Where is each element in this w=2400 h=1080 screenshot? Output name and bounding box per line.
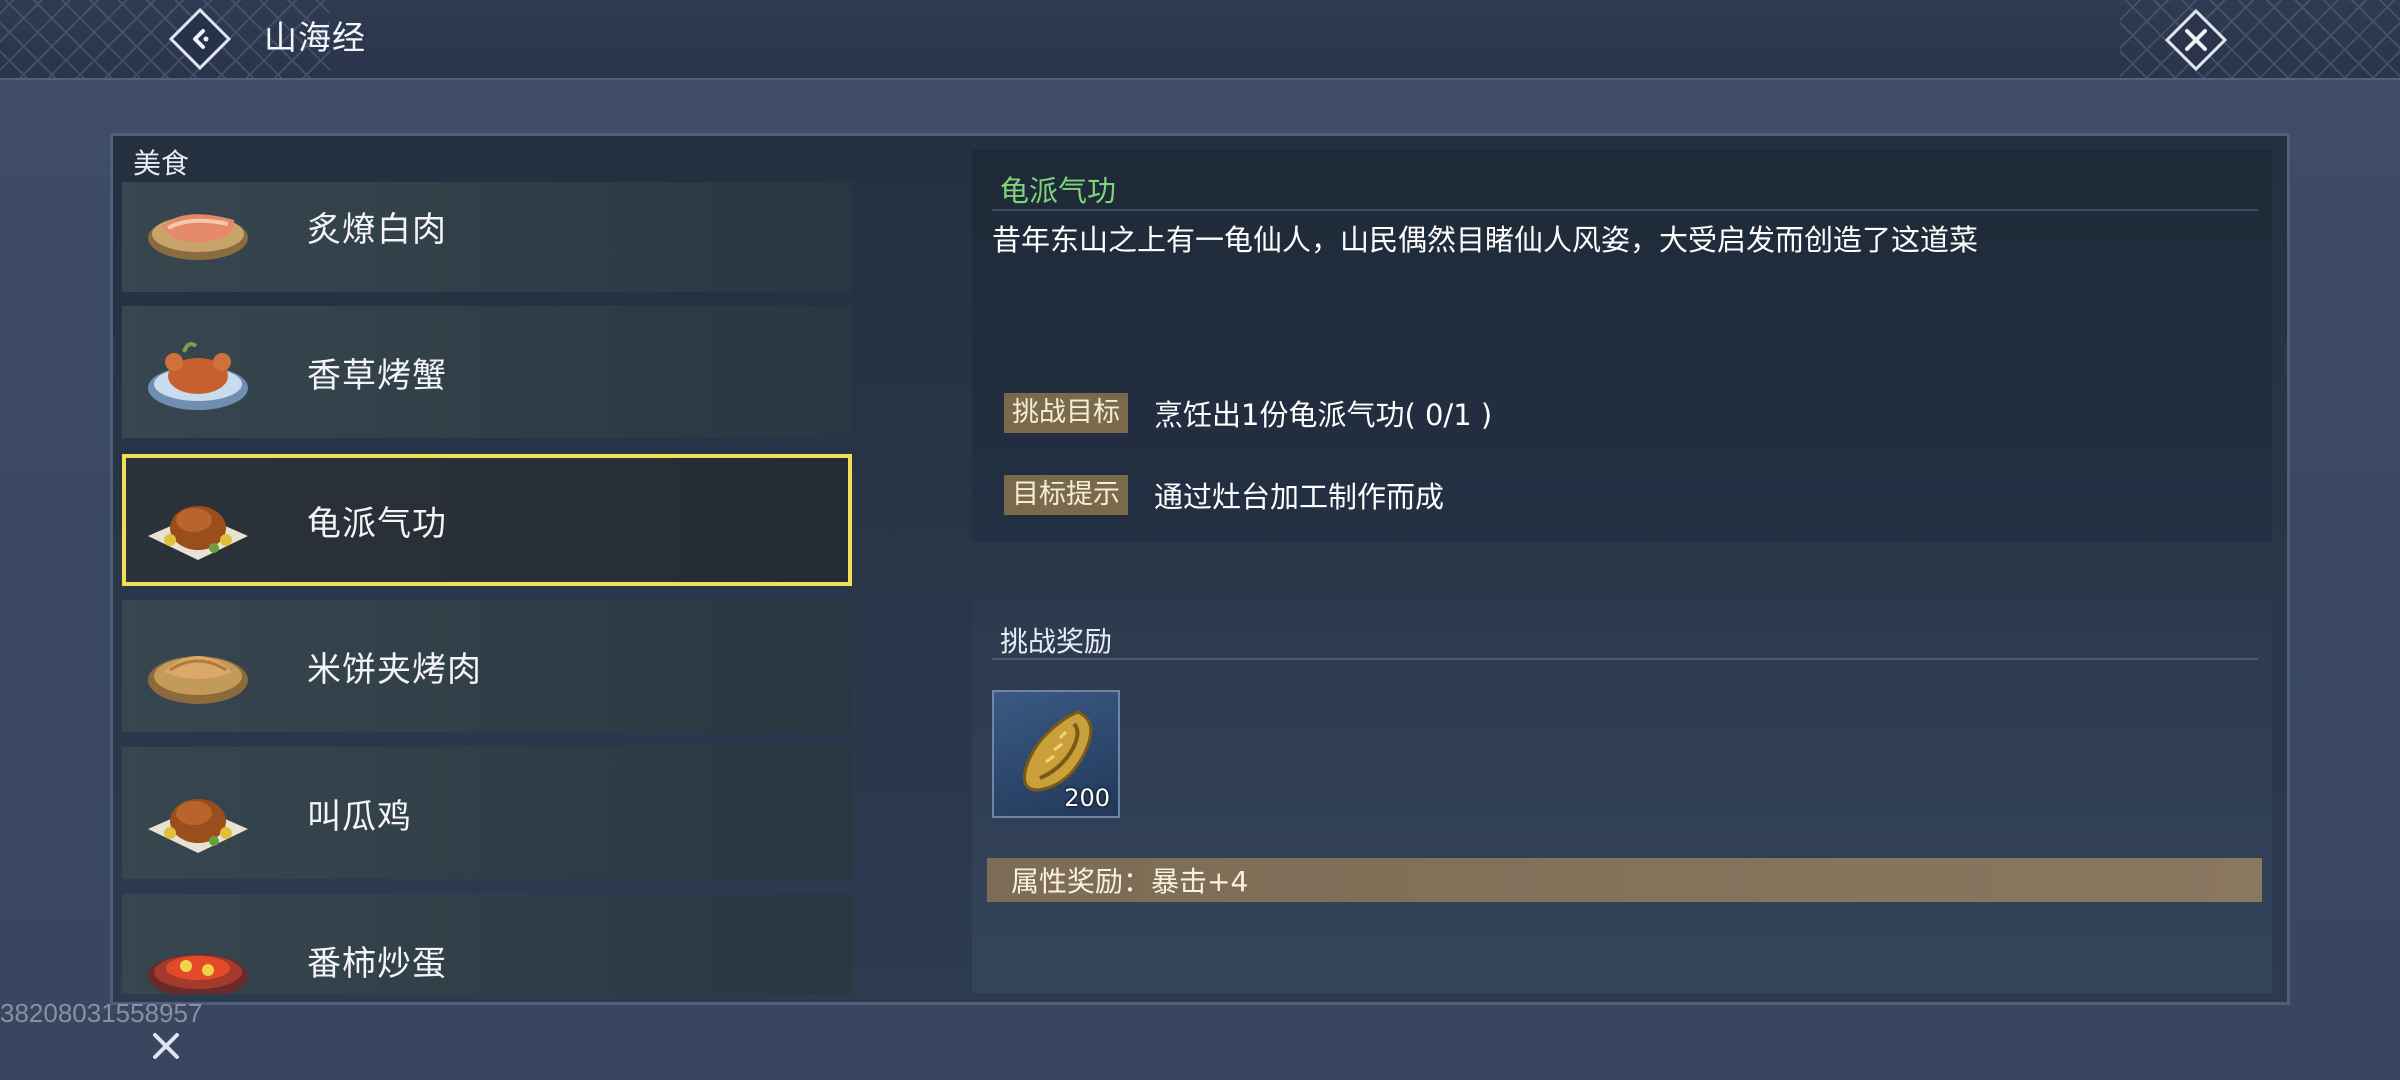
detail-divider — [992, 209, 2258, 211]
attribute-reward-text: 属性奖励：暴击+4 — [1011, 865, 1249, 898]
food-item-label: 叫瓜鸡 — [307, 796, 412, 837]
reward-title: 挑战奖励 — [1000, 625, 1113, 658]
list-header: 美食 — [133, 147, 190, 180]
food-item-selected[interactable]: 龟派气功 — [122, 454, 852, 586]
food-item[interactable]: 米饼夹烤肉 — [122, 600, 852, 732]
hint-row: 目标提示 通过灶台加工制作而成 — [1004, 474, 1444, 516]
food-item[interactable]: 炙燎白肉 — [122, 182, 852, 292]
goal-value: 烹饪出1份龟派气功( 0/1 ) — [1154, 398, 1493, 432]
food-item[interactable]: 香草烤蟹 — [122, 306, 852, 438]
top-bar: 山海经 — [0, 0, 2400, 80]
food-item-label: 番柿炒蛋 — [307, 943, 447, 984]
goal-tag: 挑战目标 — [1004, 393, 1128, 433]
reward-item-slot[interactable]: 200 — [992, 690, 1120, 818]
close-icon — [2185, 29, 2207, 51]
pancake-dish-icon — [148, 656, 248, 704]
screen: 山海经 美食 炙燎白肉 香草烤蟹 龟派气功 米饼夹烤肉 叫瓜鸡 番柿炒蛋 龟派气… — [0, 0, 2400, 1080]
meat-dish-icon — [148, 214, 248, 260]
reward-divider — [992, 658, 2258, 660]
goal-row: 挑战目标 烹饪出1份龟派气功( 0/1 ) — [1004, 392, 1492, 434]
top-bar-pattern-right — [2120, 0, 2400, 78]
hint-value: 通过灶台加工制作而成 — [1154, 480, 1445, 514]
food-item-label: 米饼夹烤肉 — [307, 649, 482, 690]
tomato-egg-dish-icon — [148, 954, 248, 994]
food-item[interactable]: 叫瓜鸡 — [122, 747, 852, 879]
roast-chicken-icon — [148, 799, 248, 853]
page-title: 山海经 — [264, 18, 366, 57]
hint-tag: 目标提示 — [1004, 475, 1128, 515]
close-button-bottom[interactable] — [144, 1024, 188, 1068]
detail-description: 昔年东山之上有一龟仙人，山民偶然目睹仙人风姿，大受启发而创造了这道菜 — [992, 223, 1979, 257]
close-icon — [153, 1033, 179, 1059]
back-button[interactable] — [168, 7, 232, 71]
attribute-reward-bar: 属性奖励：暴击+4 — [987, 858, 2262, 902]
food-item-label: 龟派气功 — [307, 503, 447, 544]
food-item[interactable]: 番柿炒蛋 — [122, 894, 852, 994]
food-list[interactable]: 炙燎白肉 香草烤蟹 龟派气功 米饼夹烤肉 叫瓜鸡 番柿炒蛋 — [122, 182, 854, 994]
detail-title: 龟派气功 — [1000, 174, 1117, 208]
close-button[interactable] — [2164, 8, 2228, 72]
food-item-label: 炙燎白肉 — [307, 209, 447, 250]
crab-dish-icon — [148, 342, 248, 410]
reward-item-count: 200 — [1064, 784, 1110, 812]
food-item-label: 香草烤蟹 — [307, 355, 447, 396]
roast-chicken-icon — [148, 506, 248, 560]
back-arrow-icon — [193, 29, 209, 49]
